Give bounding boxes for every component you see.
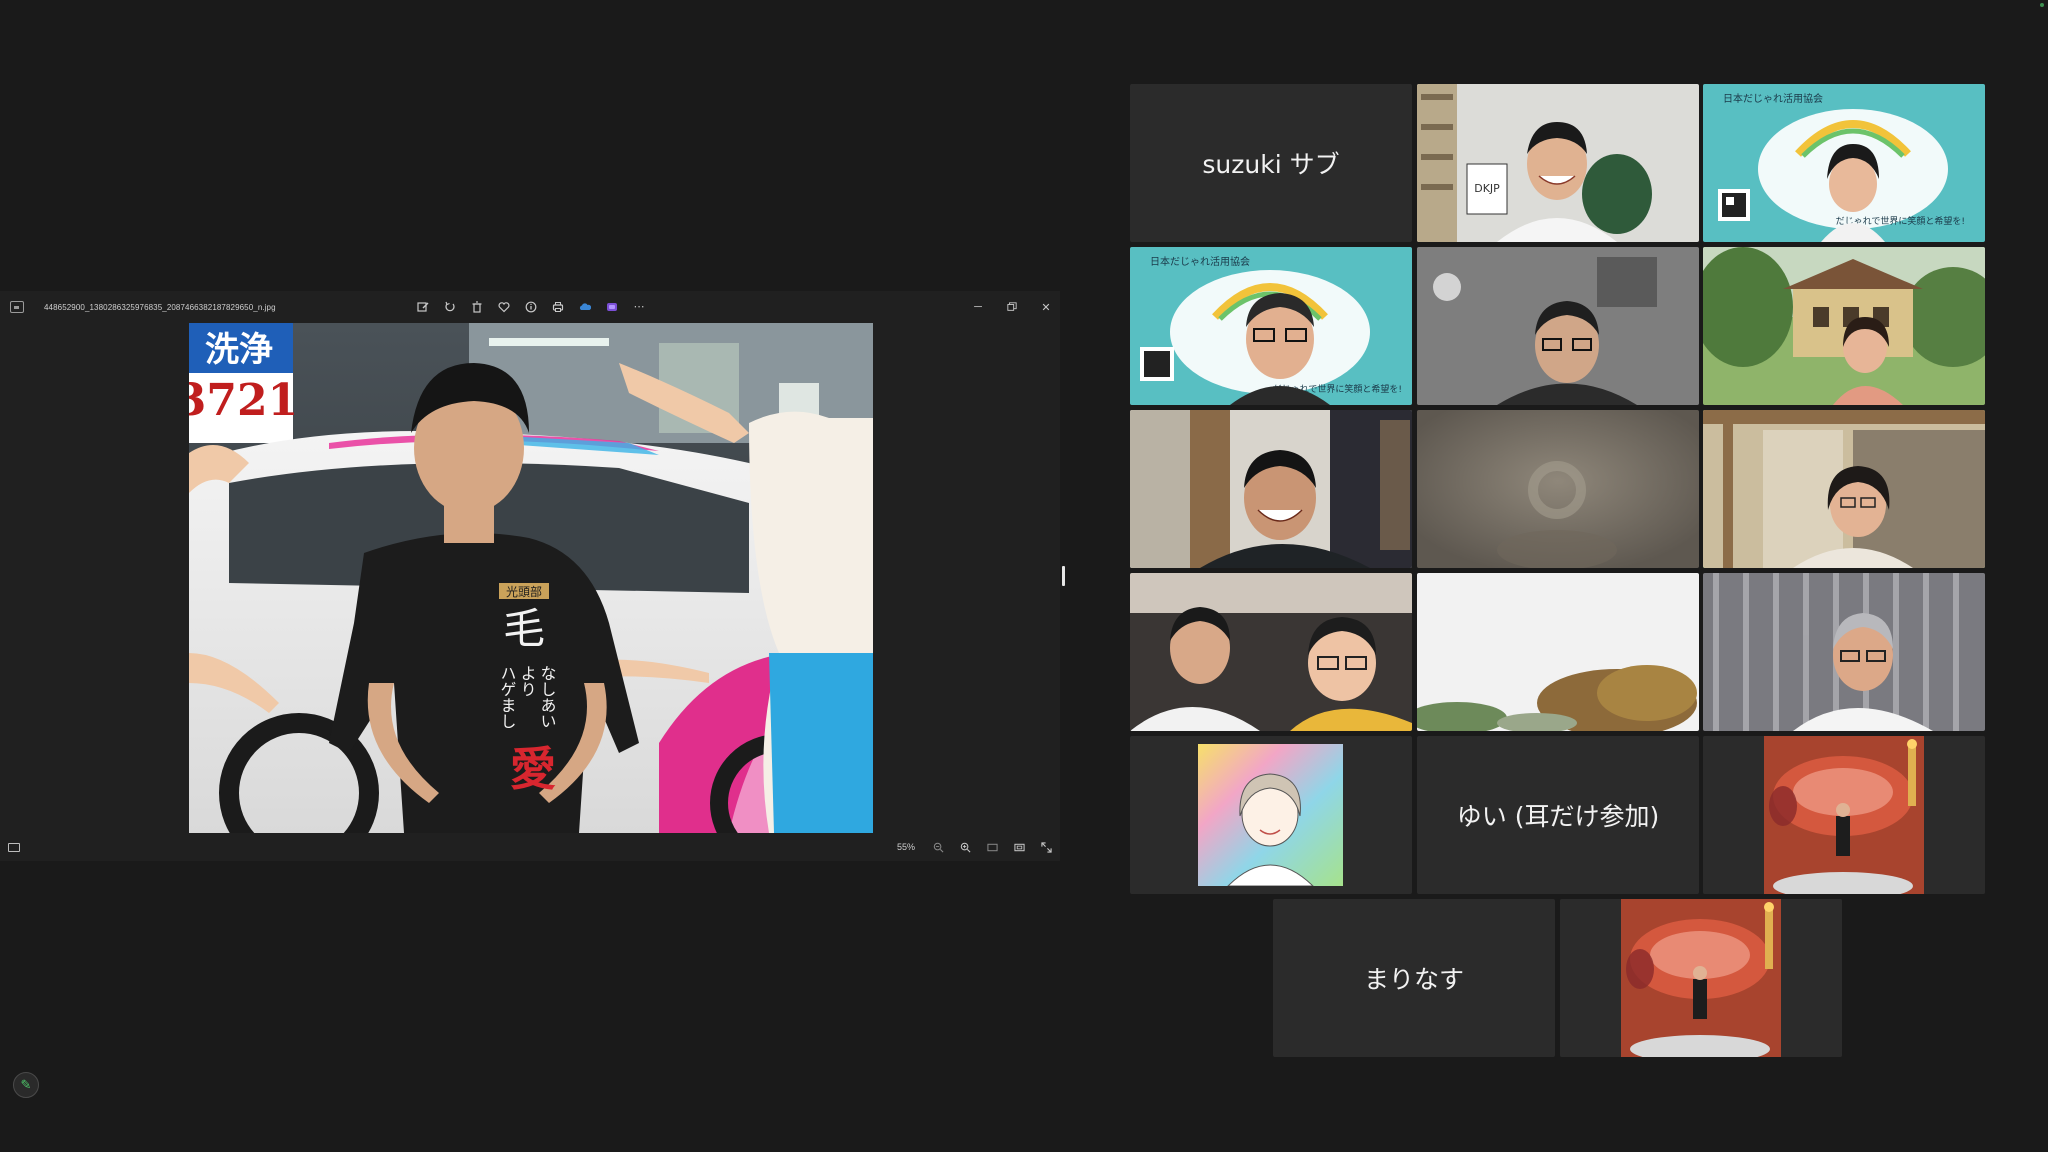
participant-tile-8[interactable] xyxy=(1417,410,1699,568)
clipchamp-icon[interactable] xyxy=(605,300,619,314)
restore-icon[interactable] xyxy=(1006,301,1018,313)
zoom-controls: 55% xyxy=(897,833,1052,861)
rotate-icon[interactable] xyxy=(443,300,457,314)
dkjp-sign-text: DKJP xyxy=(1474,182,1500,195)
shirt-col1-text: なしあい xyxy=(538,665,557,729)
viewer-titlebar[interactable]: 448652900_1380286325976835_2087466382187… xyxy=(0,291,1060,323)
participant-video xyxy=(1703,247,1985,405)
sign-top-text: 洗浄 xyxy=(205,330,273,370)
filmstrip-icon[interactable] xyxy=(8,842,20,852)
shirt-label-text: 光頭部 xyxy=(506,584,542,599)
fullscreen-icon[interactable] xyxy=(1040,841,1052,853)
participant-tile-2[interactable]: DKJP xyxy=(1417,84,1699,242)
participant-tile-17[interactable] xyxy=(1560,899,1842,1057)
participant-video: 日本だじゃれ活用協会 だじゃれで世界に笑顔と希望を! xyxy=(1703,84,1985,242)
participant-video xyxy=(1130,573,1412,731)
shirt-main-text: 毛 xyxy=(503,604,545,653)
participant-tile-10[interactable] xyxy=(1130,573,1412,731)
participant-tile-12[interactable] xyxy=(1703,573,1985,731)
info-icon[interactable] xyxy=(524,300,538,314)
delete-icon[interactable] xyxy=(470,300,484,314)
favorite-heart-icon[interactable] xyxy=(497,300,511,314)
photos-app-icon xyxy=(10,301,24,313)
participant-video xyxy=(1560,899,1842,1057)
participant-video xyxy=(1417,247,1699,405)
sign-number-text: 3721 xyxy=(189,375,298,426)
participant-video: DKJP xyxy=(1417,84,1699,242)
participant-name: ゆい (耳だけ参加) xyxy=(1456,802,1660,831)
zoom-out-icon[interactable] xyxy=(932,841,944,853)
banner-text: 日本だじゃれ活用協会 xyxy=(1150,255,1250,268)
pen-icon: ✎ xyxy=(20,1077,32,1092)
participant-tile-4[interactable]: 日本だじゃれ活用協会 だじゃれで世界に笑顔と希望を! xyxy=(1130,247,1412,405)
participant-tile-9-active-speaker[interactable] xyxy=(1703,410,1985,568)
participant-name: まりなす xyxy=(1363,965,1464,994)
participant-video xyxy=(1417,573,1699,731)
participant-video xyxy=(1417,410,1699,568)
participant-tile-yui[interactable]: ゆい (耳だけ参加) xyxy=(1417,736,1699,894)
participant-tile-13[interactable] xyxy=(1130,736,1412,894)
fit-to-window-icon[interactable] xyxy=(1013,841,1025,853)
photo-canvas[interactable]: 洗浄 3721 光頭部 毛 なしあい より ハゲまし 愛 xyxy=(189,323,873,833)
participant-video xyxy=(1703,736,1985,894)
more-options-icon[interactable]: ⋯ xyxy=(632,300,646,314)
participant-tile-suzuki-sub[interactable]: suzuki サブ xyxy=(1130,84,1412,242)
print-icon[interactable] xyxy=(551,300,565,314)
viewer-toolbar: ⋯ xyxy=(416,291,646,323)
zoom-level: 55% xyxy=(896,842,915,852)
participant-avatar-illustration xyxy=(1198,744,1343,886)
panel-splitter-handle[interactable] xyxy=(1062,566,1065,586)
participant-tile-15[interactable] xyxy=(1703,736,1985,894)
edit-icon[interactable] xyxy=(416,300,430,314)
zoom-in-icon[interactable] xyxy=(959,841,971,853)
viewer-statusbar: 55% xyxy=(0,833,1060,861)
shirt-bottom-text: 愛 xyxy=(510,742,556,796)
participant-video xyxy=(1703,573,1985,731)
shirt-col2-text: より xyxy=(518,665,537,697)
file-name: 448652900_1380286325976835_2087466382187… xyxy=(44,302,276,312)
participant-tile-5[interactable] xyxy=(1417,247,1699,405)
participant-tile-7[interactable] xyxy=(1130,410,1412,568)
participant-tile-marinasu[interactable]: まりなす xyxy=(1273,899,1555,1057)
participant-video xyxy=(1130,410,1412,568)
close-icon[interactable]: ✕ xyxy=(1040,301,1052,314)
window-controls: ─ ✕ xyxy=(972,291,1052,323)
onedrive-cloud-icon[interactable] xyxy=(578,300,592,314)
participant-video xyxy=(1703,410,1985,568)
shirt-col3-text: ハゲまし xyxy=(498,665,517,729)
minimize-icon[interactable]: ─ xyxy=(972,301,984,313)
participant-tile-6[interactable] xyxy=(1703,247,1985,405)
actual-size-icon[interactable] xyxy=(986,841,998,853)
participant-tile-11[interactable] xyxy=(1417,573,1699,731)
participant-tile-3[interactable]: 日本だじゃれ活用協会 だじゃれで世界に笑顔と希望を! xyxy=(1703,84,1985,242)
banner-text: 日本だじゃれ活用協会 xyxy=(1723,92,1823,105)
photo-image: 洗浄 3721 光頭部 毛 なしあい より ハゲまし 愛 xyxy=(189,323,873,833)
participant-video: 日本だじゃれ活用協会 だじゃれで世界に笑顔と希望を! xyxy=(1130,247,1412,405)
status-indicator-dot xyxy=(2040,3,2044,7)
participant-name: suzuki サブ xyxy=(1202,150,1340,179)
annotate-pen-button[interactable]: ✎ xyxy=(13,1072,39,1098)
photo-viewer-window: 448652900_1380286325976835_2087466382187… xyxy=(0,291,1060,861)
